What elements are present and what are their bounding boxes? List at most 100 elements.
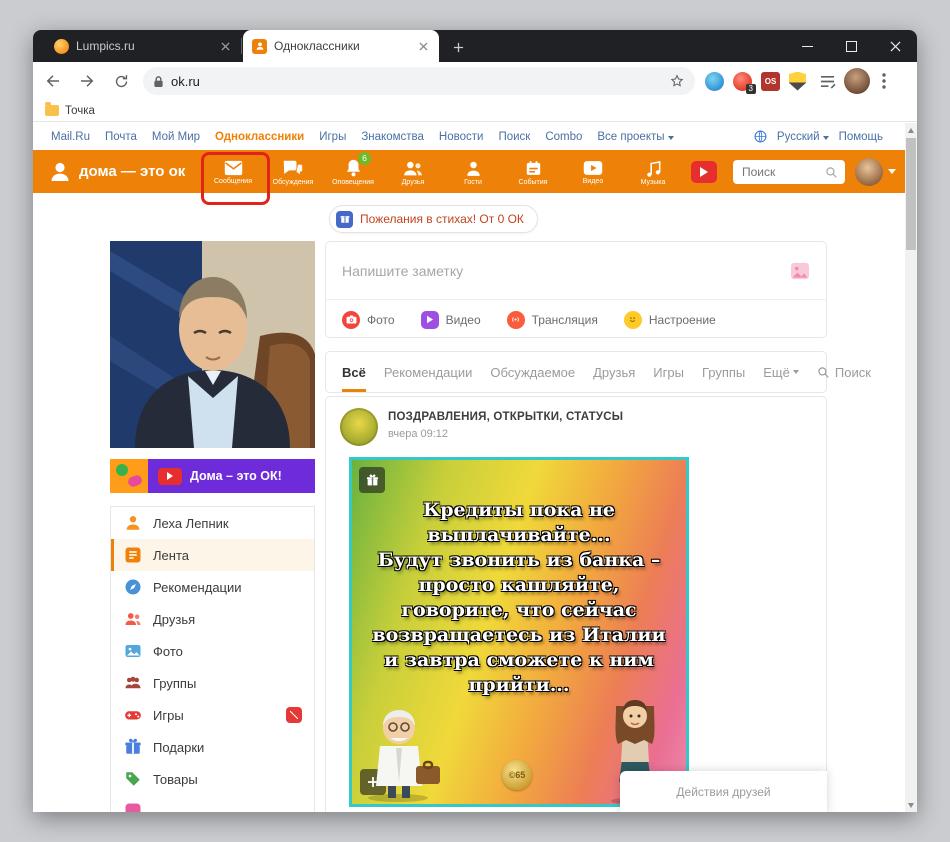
sidebar-item-recommendations[interactable]: Рекомендации — [111, 571, 314, 603]
language-selector[interactable]: Русский — [777, 131, 829, 143]
browser-tab-lumpics[interactable]: Lumpics.ru — [45, 30, 241, 62]
note-input[interactable]: Напишите заметку — [342, 263, 790, 279]
sidebar-item-goods[interactable]: Товары — [111, 763, 314, 795]
sidebar-item-games[interactable]: Игры — [111, 699, 314, 731]
reading-list-icon[interactable] — [819, 74, 836, 89]
page-scrollbar[interactable] — [905, 123, 917, 812]
feed-tab-all[interactable]: Всё — [342, 352, 366, 392]
discussions-icon — [283, 160, 303, 174]
portal-link-search[interactable]: Поиск — [498, 131, 530, 143]
post-image[interactable]: Кредиты пока не выплачивайте... Будут зв… — [349, 457, 689, 807]
search-icon — [818, 366, 829, 378]
video-promo-banner[interactable]: Дома – это ОК! — [110, 459, 315, 493]
bookmark-star-icon[interactable] — [669, 73, 685, 89]
feed-tab-games[interactable]: Игры — [653, 352, 684, 392]
feed-icon — [125, 547, 141, 563]
feed-tab-recommendations[interactable]: Рекомендации — [384, 352, 473, 392]
window-maximize-button[interactable] — [829, 30, 873, 62]
profile-photo[interactable] — [110, 241, 315, 448]
ok-favicon — [252, 38, 267, 54]
composer-photo-icon[interactable] — [790, 262, 810, 280]
forward-button[interactable] — [73, 67, 101, 95]
sidebar-item-gifts[interactable]: Подарки — [111, 731, 314, 763]
browser-window: Lumpics.ru Одноклассники ok.ru 3 OS Точк… — [33, 30, 917, 812]
portal-link-odnoklassniki[interactable]: Одноклассники — [215, 131, 304, 143]
composer-action-mood[interactable]: Настроение — [623, 310, 716, 329]
nav-item-discussions[interactable]: Обсуждения — [263, 150, 323, 193]
profile-menu-chevron-icon[interactable] — [888, 169, 896, 174]
sidebar-item-friends[interactable]: Друзья — [111, 603, 314, 635]
window-close-button[interactable] — [873, 30, 917, 62]
sidebar-item-profile[interactable]: Леха Лепник — [111, 507, 314, 539]
bookmark-folder-label[interactable]: Точка — [65, 105, 95, 117]
scroll-up-icon[interactable] — [905, 123, 917, 137]
new-tab-button[interactable] — [447, 36, 469, 58]
nav-item-guests[interactable]: Гости — [443, 150, 503, 193]
portal-link-all-projects[interactable]: Все проекты — [597, 131, 674, 143]
portal-link-mail[interactable]: Почта — [105, 131, 137, 143]
feed-tab-groups[interactable]: Группы — [702, 352, 745, 392]
group-avatar[interactable] — [340, 408, 378, 446]
feed-search[interactable]: Поиск — [817, 352, 871, 392]
notifications-badge: 6 — [358, 152, 371, 165]
sidebar-item-photos[interactable]: Фото — [111, 635, 314, 667]
browser-profile-avatar[interactable] — [844, 68, 870, 94]
scroll-down-icon[interactable] — [905, 798, 917, 812]
friends-actions-title: Действия друзей — [676, 785, 771, 799]
ok-video-play-button[interactable] — [691, 160, 717, 183]
ok-search-input[interactable] — [740, 164, 820, 180]
nav-item-music[interactable]: Музыка — [623, 150, 683, 193]
address-bar[interactable]: ok.ru — [143, 67, 695, 95]
browser-menu-icon[interactable] — [874, 68, 894, 94]
composer-action-stream[interactable]: Трансляция — [506, 310, 598, 329]
photo-icon — [342, 310, 360, 329]
nav-item-notifications[interactable]: 6 Оповещения — [323, 150, 383, 193]
portal-link-dating[interactable]: Знакомства — [361, 131, 424, 143]
portal-link-news[interactable]: Новости — [439, 131, 484, 143]
ok-profile-avatar[interactable] — [855, 158, 883, 186]
ok-search-box[interactable] — [733, 160, 845, 184]
tab-close-icon[interactable] — [416, 39, 430, 53]
back-button[interactable] — [39, 67, 67, 95]
portal-link-combo[interactable]: Combo — [545, 131, 582, 143]
ok-logo[interactable]: дома — это ок — [48, 150, 185, 193]
tab-close-icon[interactable] — [218, 39, 232, 53]
promo-banner[interactable]: Пожелания в стихах! От 0 ОК — [329, 205, 538, 233]
sidebar-item-partial[interactable] — [111, 795, 314, 812]
nav-item-events[interactable]: События — [503, 150, 563, 193]
extension-icon-red[interactable]: 3 — [733, 71, 756, 94]
scrollbar-thumb[interactable] — [906, 138, 916, 250]
feed-tab-more[interactable]: Ещё — [763, 352, 799, 392]
games-promo-badge — [286, 707, 302, 723]
portal-links-bar: Mail.Ru Почта Мой Мир Одноклассники Игры… — [33, 123, 905, 150]
feed-tab-discussed[interactable]: Обсуждаемое — [490, 352, 575, 392]
extension-badge: 3 — [745, 83, 756, 94]
friends-actions-panel[interactable]: Действия друзей — [620, 771, 827, 812]
feed-tab-friends[interactable]: Друзья — [593, 352, 635, 392]
nav-item-friends[interactable]: Друзья — [383, 150, 443, 193]
nav-item-video[interactable]: Видео — [563, 150, 623, 193]
composer-action-video[interactable]: Видео — [420, 310, 481, 329]
help-link[interactable]: Помощь — [839, 131, 883, 143]
composer-action-photo[interactable]: Фото — [342, 310, 395, 329]
refresh-button[interactable] — [107, 67, 135, 95]
window-minimize-button[interactable] — [785, 30, 829, 62]
tag-icon — [126, 772, 140, 786]
portal-link-games[interactable]: Игры — [319, 131, 346, 143]
send-as-gift-button[interactable] — [359, 467, 385, 493]
sidebar-item-groups[interactable]: Группы — [111, 667, 314, 699]
post-timestamp: вчера 09:12 — [388, 428, 449, 440]
browser-tab-ok[interactable]: Одноклассники — [243, 30, 439, 62]
sidebar-item-feed[interactable]: Лента — [111, 539, 314, 571]
extension-icon-os[interactable]: OS — [761, 71, 780, 91]
guests-icon — [466, 161, 480, 176]
extension-icon-shield[interactable] — [789, 71, 806, 91]
portal-link-mailru[interactable]: Mail.Ru — [51, 131, 90, 143]
portal-link-moymir[interactable]: Мой Мир — [152, 131, 200, 143]
group-name[interactable]: ПОЗДРАВЛЕНИЯ, ОТКРЫТКИ, СТАТУСЫ — [388, 411, 623, 423]
ok-logo-text: дома — это ок — [79, 163, 186, 180]
sidebar-menu: Леха Лепник Лента Рекомендации Друзья Фо… — [110, 506, 315, 812]
globe-icon — [754, 130, 767, 143]
extension-icon-blue[interactable] — [705, 71, 724, 91]
banner-text: Дома – это ОК! — [190, 469, 282, 483]
